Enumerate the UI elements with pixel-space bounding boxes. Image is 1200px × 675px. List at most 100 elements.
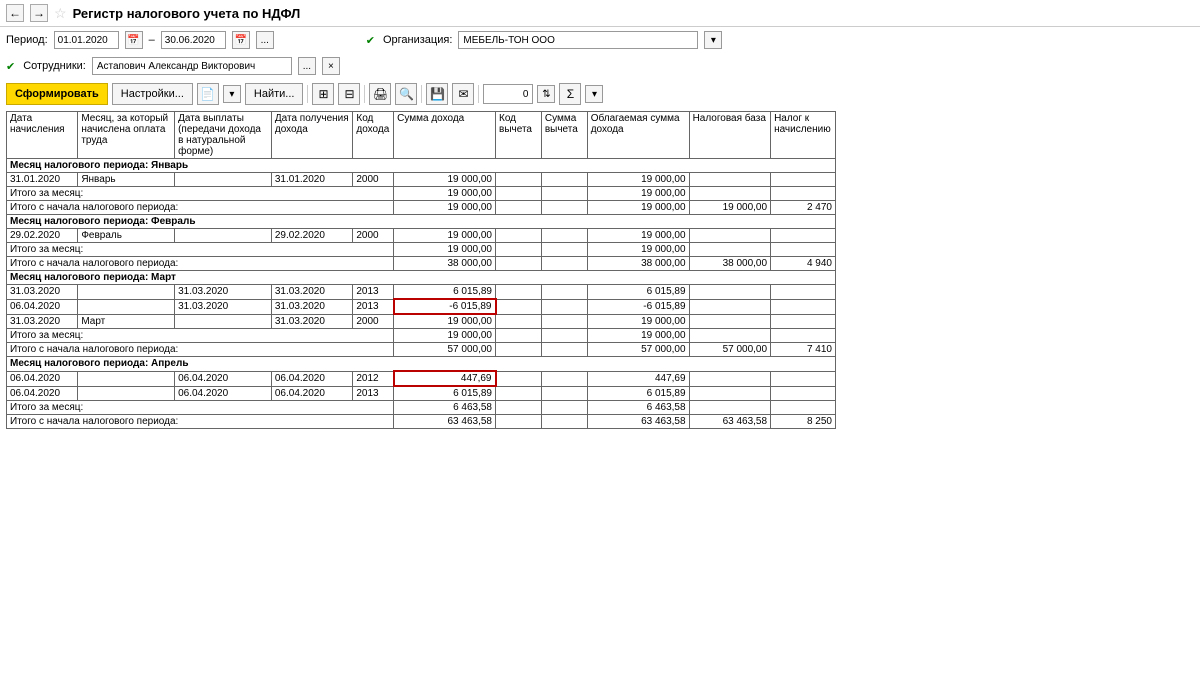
cell[interactable]: 6 463,58 <box>587 401 689 415</box>
cell[interactable] <box>496 187 542 201</box>
cell[interactable] <box>689 173 771 187</box>
cell[interactable]: 6 015,89 <box>394 285 496 300</box>
dropdown-icon[interactable]: ▾ <box>223 85 241 103</box>
cell[interactable]: 31.03.2020 <box>175 285 272 300</box>
cell[interactable] <box>771 401 836 415</box>
cell[interactable]: 31.03.2020 <box>271 314 353 329</box>
cell[interactable]: 19 000,00 <box>394 187 496 201</box>
collapse-icon[interactable]: ⊟ <box>338 83 360 105</box>
group-header[interactable]: Месяц налогового периода: Февраль <box>7 215 836 229</box>
cell[interactable] <box>689 371 771 386</box>
cell[interactable] <box>541 401 587 415</box>
cell[interactable] <box>771 329 836 343</box>
cell[interactable]: 19 000,00 <box>689 201 771 215</box>
cell[interactable] <box>78 371 175 386</box>
email-icon[interactable]: ✉ <box>452 83 474 105</box>
cell[interactable]: 31.03.2020 <box>7 314 78 329</box>
cell[interactable] <box>496 285 542 300</box>
cell[interactable]: 19 000,00 <box>394 201 496 215</box>
calendar-icon[interactable]: 📅 <box>232 31 250 49</box>
expand-icon[interactable]: ⊞ <box>312 83 334 105</box>
cell[interactable]: 06.04.2020 <box>175 371 272 386</box>
cell[interactable] <box>496 173 542 187</box>
cell[interactable]: Январь <box>78 173 175 187</box>
cell[interactable]: 2013 <box>353 299 394 314</box>
cell[interactable] <box>541 343 587 357</box>
cell[interactable]: 2012 <box>353 371 394 386</box>
cell[interactable]: Февраль <box>78 229 175 243</box>
cell[interactable] <box>175 314 272 329</box>
cell[interactable]: 7 410 <box>771 343 836 357</box>
cell[interactable] <box>496 329 542 343</box>
cell[interactable] <box>496 401 542 415</box>
cell[interactable]: 29.02.2020 <box>7 229 78 243</box>
cell[interactable] <box>771 243 836 257</box>
cell[interactable]: 31.03.2020 <box>7 285 78 300</box>
cell[interactable] <box>541 314 587 329</box>
cell[interactable]: 31.01.2020 <box>7 173 78 187</box>
cell[interactable] <box>771 314 836 329</box>
cell[interactable]: 2000 <box>353 229 394 243</box>
cell[interactable]: 2 470 <box>771 201 836 215</box>
emp-picker-button[interactable]: ... <box>298 57 316 75</box>
cell[interactable] <box>771 187 836 201</box>
cell[interactable] <box>496 201 542 215</box>
cell[interactable] <box>541 285 587 300</box>
save-icon[interactable]: 💾 <box>426 83 448 105</box>
cell[interactable] <box>541 329 587 343</box>
cell[interactable]: 8 250 <box>771 415 836 429</box>
forward-button[interactable]: → <box>30 4 48 22</box>
cell[interactable]: 19 000,00 <box>394 243 496 257</box>
cell[interactable] <box>541 173 587 187</box>
cell[interactable]: 19 000,00 <box>587 201 689 215</box>
cell[interactable]: 6 015,89 <box>394 386 496 401</box>
preview-icon[interactable]: 🔍 <box>395 83 417 105</box>
cell[interactable] <box>78 299 175 314</box>
cell[interactable] <box>541 415 587 429</box>
cell[interactable] <box>689 386 771 401</box>
cell[interactable] <box>689 243 771 257</box>
cell[interactable] <box>771 386 836 401</box>
cell[interactable]: 57 000,00 <box>587 343 689 357</box>
cell[interactable] <box>175 173 272 187</box>
cell[interactable]: 38 000,00 <box>587 257 689 271</box>
cell[interactable]: 63 463,58 <box>394 415 496 429</box>
emp-clear-button[interactable]: × <box>322 57 340 75</box>
cell[interactable]: 06.04.2020 <box>175 386 272 401</box>
cell[interactable]: 2013 <box>353 386 394 401</box>
cell[interactable]: 19 000,00 <box>394 229 496 243</box>
cell[interactable]: 19 000,00 <box>587 243 689 257</box>
emp-input[interactable] <box>92 57 292 75</box>
cell[interactable]: 57 000,00 <box>394 343 496 357</box>
cell[interactable] <box>78 285 175 300</box>
cell[interactable] <box>496 415 542 429</box>
calendar-icon[interactable]: 📅 <box>125 31 143 49</box>
stepper-icon[interactable]: ⇅ <box>537 85 555 103</box>
cell[interactable]: 06.04.2020 <box>271 386 353 401</box>
org-input[interactable] <box>458 31 698 49</box>
cell[interactable] <box>541 257 587 271</box>
cell[interactable] <box>78 386 175 401</box>
cell[interactable]: 31.03.2020 <box>175 299 272 314</box>
cell[interactable] <box>541 187 587 201</box>
cell[interactable]: 2013 <box>353 285 394 300</box>
find-button[interactable]: Найти... <box>245 83 304 105</box>
cell[interactable]: 19 000,00 <box>587 314 689 329</box>
cell[interactable]: 19 000,00 <box>394 173 496 187</box>
cell[interactable]: 38 000,00 <box>689 257 771 271</box>
cell[interactable] <box>496 371 542 386</box>
cell[interactable] <box>689 285 771 300</box>
cell[interactable]: 19 000,00 <box>394 314 496 329</box>
group-header[interactable]: Месяц налогового периода: Январь <box>7 159 836 173</box>
cell[interactable] <box>541 299 587 314</box>
cell[interactable]: 447,69 <box>587 371 689 386</box>
cell[interactable]: -6 015,89 <box>394 299 496 314</box>
cell[interactable] <box>541 201 587 215</box>
cell[interactable]: 2000 <box>353 173 394 187</box>
cell[interactable] <box>771 299 836 314</box>
cell[interactable] <box>496 386 542 401</box>
cell[interactable]: 57 000,00 <box>689 343 771 357</box>
cell[interactable] <box>689 229 771 243</box>
star-icon[interactable]: ☆ <box>54 5 67 22</box>
settings-button[interactable]: Настройки... <box>112 83 193 105</box>
